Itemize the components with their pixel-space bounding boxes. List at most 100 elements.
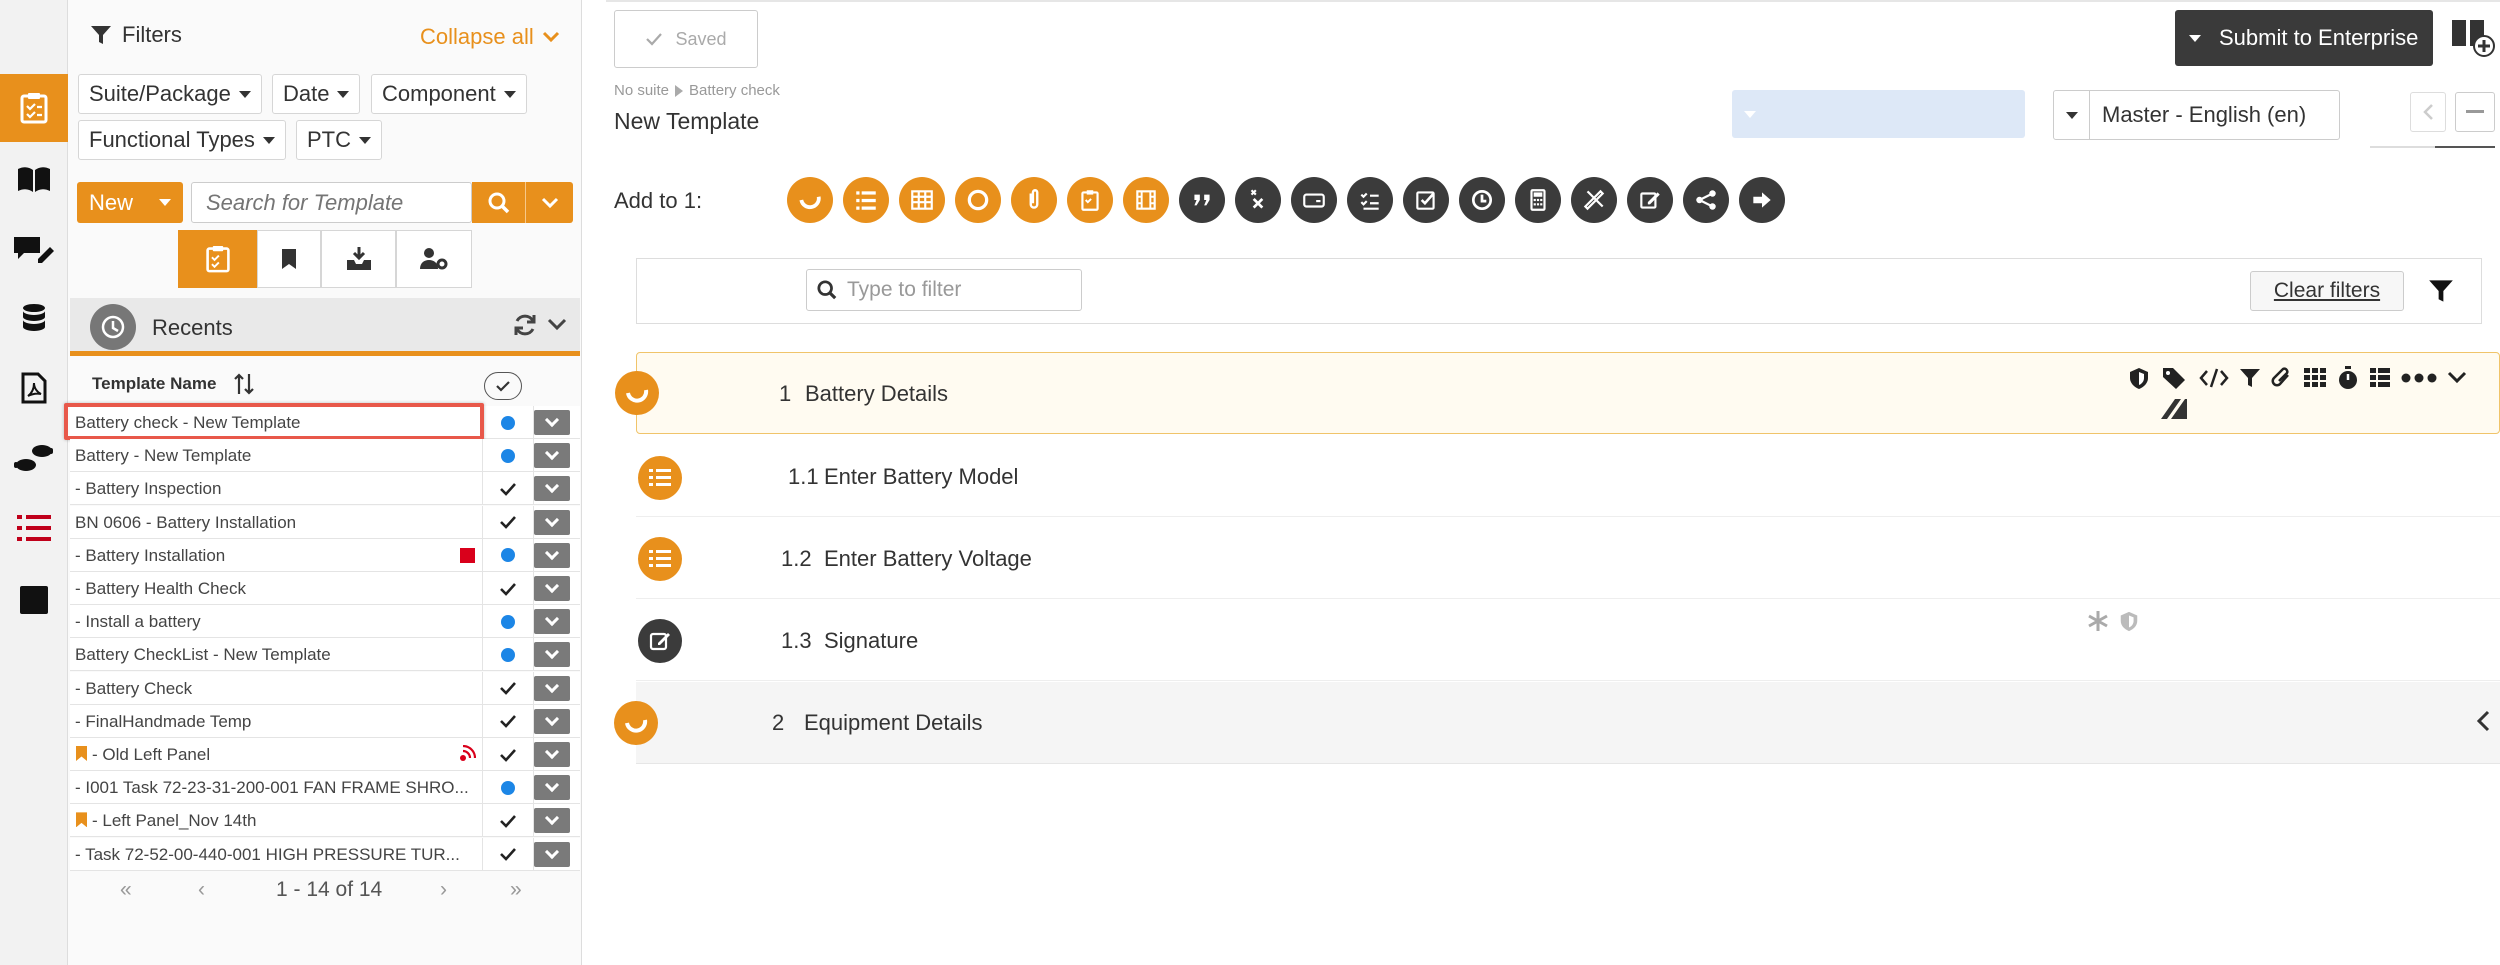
search-button[interactable] [472,182,525,223]
signal-bars-icon[interactable] [2159,397,2189,421]
status-cell[interactable] [482,738,534,771]
status-cell[interactable] [482,771,534,805]
recents-header[interactable]: Recents [70,298,580,356]
splitter[interactable] [582,0,614,965]
edit-icon[interactable] [1627,177,1673,223]
language-secondary-select[interactable] [1732,90,2025,138]
calculator-icon[interactable] [1515,177,1561,223]
row-menu-button[interactable] [534,443,570,469]
status-cell[interactable] [482,804,534,838]
numbered-list-nav-icon[interactable] [0,494,68,562]
table-row[interactable]: - Battery Installation [70,538,580,572]
table-row[interactable]: - Battery Inspection [70,472,580,506]
row-menu-button[interactable] [534,708,570,734]
item-row[interactable]: 1.3 Signature [636,599,2500,681]
database-nav-icon[interactable] [0,284,68,352]
shield-icon[interactable] [2127,366,2151,390]
row-menu-button[interactable] [534,509,570,535]
stopwatch-icon[interactable] [2337,365,2359,391]
row-menu-button[interactable] [534,742,570,767]
film-icon[interactable] [1123,177,1169,223]
collapse-all-link[interactable]: Collapse all [420,24,560,50]
table-row[interactable]: - Battery Health Check [70,572,580,605]
filter-chip-ptc[interactable]: PTC [296,120,382,160]
type-to-filter-input[interactable]: Type to filter [806,269,1082,311]
status-cell[interactable] [482,538,534,572]
row-menu-button[interactable] [534,609,570,635]
ruler-pencil-icon[interactable] [1571,177,1617,223]
tab-inbox[interactable] [321,230,396,288]
template-search-input[interactable] [191,182,472,223]
section-row[interactable]: 1 Battery Details [615,352,2500,434]
status-cell[interactable] [482,572,534,605]
row-menu-button[interactable] [534,410,570,435]
select-all-check-icon[interactable] [484,372,522,400]
pdf-nav-icon[interactable] [0,354,68,422]
prev-version-button[interactable] [2410,92,2446,132]
clock-icon[interactable] [1459,177,1505,223]
table-row[interactable]: - Install a battery [70,605,580,639]
footsteps-nav-icon[interactable] [0,424,68,492]
status-cell[interactable] [482,605,534,639]
row-menu-button[interactable] [534,576,570,601]
status-cell[interactable] [482,406,534,439]
table-icon[interactable] [899,177,945,223]
card-icon[interactable] [1291,177,1337,223]
pager-last-button[interactable]: » [510,878,522,902]
filter-chip-component[interactable]: Component [371,74,527,114]
filter-chip-functional-types[interactable]: Functional Types [78,120,286,160]
table-row[interactable]: - Left Panel_Nov 14th [70,804,580,838]
tab-user-settings[interactable] [396,230,472,288]
comments-edit-nav-icon[interactable] [0,216,68,284]
table-row[interactable]: Battery check - New Template [64,403,580,440]
row-menu-button[interactable] [534,642,570,668]
row-menu-button[interactable] [534,476,570,502]
row-menu-button[interactable] [534,775,570,801]
tags-icon[interactable] [2161,366,2189,390]
circle-icon[interactable] [955,177,1001,223]
asterisk-icon[interactable] [2086,609,2110,633]
tab-bookmarks[interactable] [257,230,321,288]
row-menu-button[interactable] [534,808,570,834]
sort-icon[interactable] [232,372,256,396]
row-menu-button[interactable] [534,675,570,701]
list-icon[interactable] [843,177,889,223]
funnel-icon[interactable] [2428,278,2454,304]
status-cell[interactable] [482,671,534,705]
code-icon[interactable] [2199,367,2229,389]
section-icon[interactable] [787,177,833,223]
table-row[interactable]: - Battery Check [70,671,580,705]
share-icon[interactable] [1683,177,1729,223]
status-cell[interactable] [482,638,534,672]
language-caret[interactable] [2054,91,2090,139]
shield-icon[interactable] [2118,609,2140,633]
add-layout-icon[interactable] [2450,14,2496,60]
cross-check-icon[interactable] [1235,177,1281,223]
chevron-down-icon[interactable] [2447,371,2467,385]
table-row[interactable]: BN 0606 - Battery Installation [70,505,580,539]
submit-to-enterprise-button[interactable]: Submit to Enterprise [2175,10,2433,66]
breadcrumb-suite[interactable]: No suite [614,82,669,99]
clear-filters-button[interactable]: Clear filters [2250,271,2404,311]
quote-icon[interactable] [1179,177,1225,223]
refresh-icon[interactable] [512,312,538,338]
attachment-icon[interactable] [1011,177,1057,223]
funnel-icon[interactable] [2239,367,2261,389]
breadcrumb-item[interactable]: Battery check [689,82,780,99]
pager-first-button[interactable]: « [120,878,132,902]
table-row[interactable]: - Task 72-52-00-440-001 HIGH PRESSURE TU… [70,837,580,871]
status-cell[interactable] [482,472,534,506]
paperclip-icon[interactable] [2271,366,2293,390]
pager-prev-button[interactable]: ‹ [198,878,205,902]
table-row[interactable]: - Old Left Panel [70,738,580,771]
arrow-right-icon[interactable] [1739,177,1785,223]
row-menu-button[interactable] [534,542,570,568]
item-row[interactable]: 1.1 Enter Battery Model [636,435,2500,517]
filter-chip-suite[interactable]: Suite/Package [78,74,262,114]
tab-templates[interactable] [178,230,257,288]
status-cell[interactable] [482,837,534,871]
status-cell[interactable] [482,439,534,473]
row-menu-button[interactable] [534,841,570,867]
table-row[interactable]: - FinalHandmade Temp [70,704,580,738]
item-row[interactable]: 1.2 Enter Battery Voltage [636,517,2500,599]
